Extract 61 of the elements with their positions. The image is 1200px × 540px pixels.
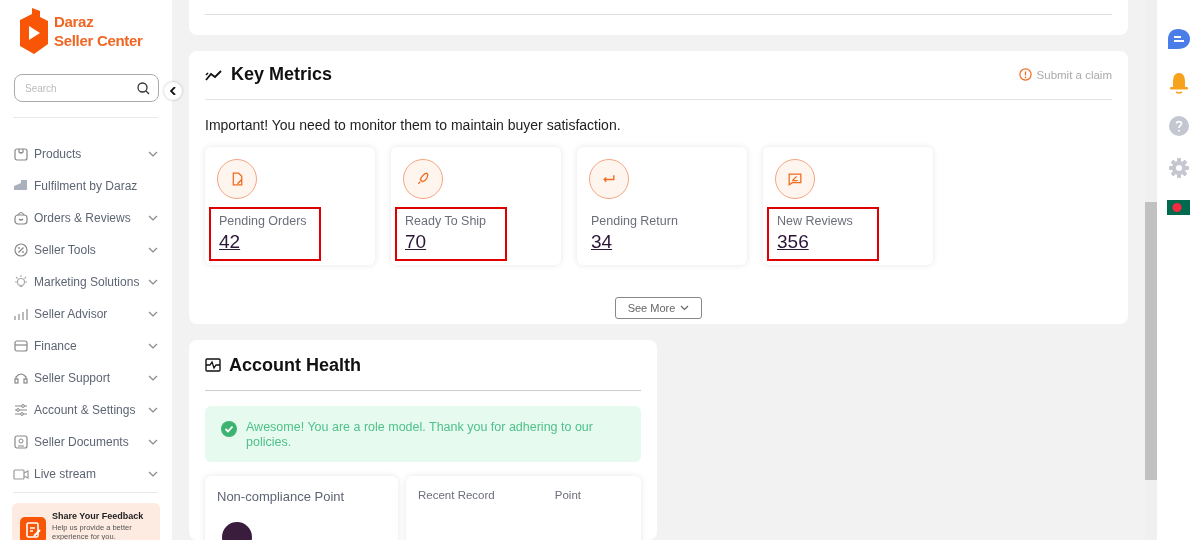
bar-chart-icon [13,306,29,322]
metric-label: Ready To Ship [405,214,488,228]
bell-icon[interactable] [1168,72,1189,94]
nav-item[interactable]: Live stream [13,458,158,490]
section-title: Account Health [229,354,362,376]
alert-text: Awesome! You are a role model. Thank you for adhering to our policies. [246,420,594,450]
nav-item[interactable]: Fulfilment by Daraz [13,170,158,202]
document-icon [217,159,257,199]
trend-icon [205,69,223,81]
badge-icon [13,242,29,258]
check-icon [221,421,237,437]
nav-item[interactable]: Products [13,138,158,170]
scrollbar[interactable] [1145,0,1157,540]
metric-value-link[interactable]: 42 [219,231,241,253]
search-field[interactable]: Search [14,74,159,102]
section-title: Key Metrics [231,64,334,86]
headset-icon [13,370,29,386]
flag-icon[interactable] [1167,200,1190,215]
settings-icon[interactable] [1168,158,1189,178]
logo-icon [18,8,48,54]
notice-text: Important! You need to monitor them to maintain buyer satisfaction. [205,117,622,133]
column-header: Recent Record [418,489,495,503]
bag-icon [13,146,29,162]
review-icon [775,159,815,199]
nav-item[interactable]: Orders & Reviews [13,202,158,234]
nav-item[interactable]: Seller Advisor [13,298,158,330]
document-icon [13,434,29,450]
return-icon [589,159,629,199]
info-icon [1018,68,1032,82]
panel-title: Non-compliance Point [217,489,346,504]
column-header: Point [554,489,581,503]
nav-item[interactable]: Finance [13,330,158,362]
see-more-button[interactable]: See More [614,297,703,319]
nav-item[interactable]: Seller Tools [13,234,158,266]
chat-icon[interactable] [1166,28,1191,50]
logo-subtitle: Seller Center [54,31,143,50]
card-icon [13,338,29,354]
metric-label: New Reviews [777,214,854,228]
nav-item[interactable]: Account & Settings [13,394,158,426]
nav-item[interactable]: Seller Documents [13,426,158,458]
chevron-down-icon [680,305,690,311]
video-icon [13,466,29,482]
nav-item[interactable]: Marketing Solutions [13,266,158,298]
metric-value-link[interactable]: 34 [591,231,613,253]
nav-item[interactable]: Seller Support [13,362,158,394]
health-icon [205,358,221,372]
metric-value-link[interactable]: 70 [405,231,427,253]
scroll-thumb[interactable] [1145,202,1157,480]
feedback-icon [20,517,46,540]
metric-label: Pending Return [591,214,679,228]
metric-value-link[interactable]: 356 [777,231,809,253]
metric-label: Pending Orders [219,214,308,228]
bag-icon [13,210,29,226]
feedback-title: Share Your Feedback [52,511,145,521]
logo-name: Daraz [54,12,95,31]
chevron-left-icon [170,87,176,95]
sliders-icon [13,402,29,418]
bulb-icon [13,274,29,290]
help-icon[interactable] [1168,116,1189,136]
search-icon [137,82,150,95]
rocket-icon [403,159,443,199]
